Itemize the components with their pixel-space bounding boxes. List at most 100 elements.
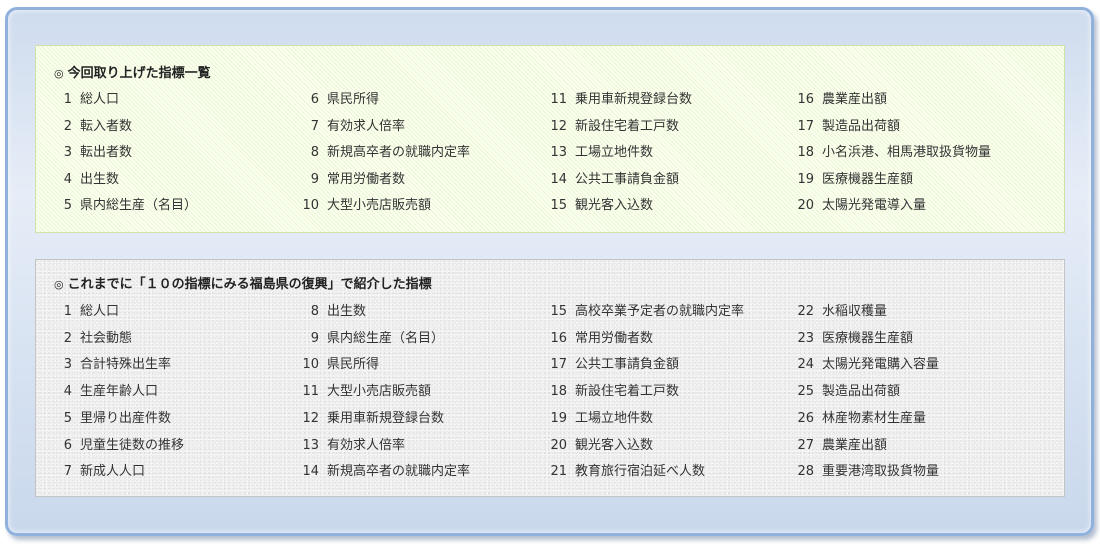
indicator-label: 太陽光発電購入容量: [822, 357, 940, 373]
indicator-item: 15 観光客入込数: [541, 194, 653, 213]
indicator-label: 小名浜港、相馬港取扱貨物量: [822, 145, 992, 160]
indicator-number: 16: [797, 92, 814, 107]
indicator-label: 重要港湾取扱貨物量: [822, 464, 940, 480]
indicator-number: 1: [63, 92, 72, 107]
indicator-number: 3: [63, 357, 72, 373]
indicator-number: 28: [797, 464, 814, 480]
indicator-label: 公共工事請負金額: [575, 357, 680, 373]
indicator-number: 22: [797, 304, 814, 319]
indicator-number: 4: [63, 171, 72, 187]
indicator-label: 総人口: [80, 304, 120, 319]
indicator-number: 17: [797, 118, 814, 134]
indicator-label: 乗用車新規登録台数: [327, 410, 445, 426]
current-indicators-panel: ◎ 今回取り上げた指標一覧 1 総人口 2 転入者数 3 転出者数 4 出生数 5 県内総生産（名目…: [35, 45, 1065, 233]
indicator-label: 大型小売店販売額: [327, 198, 432, 213]
bullet-mark-icon: ◎: [54, 67, 64, 80]
indicator-label: 生産年齢人口: [80, 384, 159, 400]
past-title-text: これまでに「１０の指標にみる福島県の復興」で紹介した指標: [67, 277, 432, 292]
indicator-item: 18 新設住宅着工戸数: [541, 380, 679, 399]
indicator-item: 8 出生数: [293, 300, 366, 319]
indicator-item: 1 総人口: [46, 300, 119, 319]
indicator-label: 工場立地件数: [575, 410, 654, 426]
indicator-number: 2: [63, 118, 72, 134]
indicator-number: 9: [310, 171, 319, 187]
indicator-label: 里帰り出産件数: [80, 410, 172, 426]
indicator-label: 製造品出荷額: [822, 384, 901, 400]
indicator-label: 教育旅行宿泊延べ人数: [575, 464, 706, 480]
indicator-label: 常用労働者数: [327, 171, 406, 187]
indicator-label: 水稲収穫量: [822, 304, 888, 319]
indicator-item: 13 工場立地件数: [541, 141, 653, 160]
indicator-item: 3 転出者数: [46, 141, 132, 160]
indicator-number: 17: [550, 357, 567, 373]
indicator-label: 観光客入込数: [575, 437, 654, 453]
indicator-number: 20: [550, 437, 567, 453]
indicator-number: 18: [550, 384, 567, 400]
indicator-number: 10: [302, 198, 319, 213]
indicator-number: 27: [797, 437, 814, 453]
indicator-label: 公共工事請負金額: [575, 171, 680, 187]
indicator-label: 転出者数: [80, 145, 133, 160]
indicator-item: 6 県民所得: [293, 88, 379, 107]
indicator-number: 4: [63, 384, 72, 400]
indicator-item: 10 大型小売店販売額: [293, 194, 431, 213]
indicator-label: 新規高卒者の就職内定率: [327, 145, 471, 160]
indicator-label: 総人口: [80, 92, 120, 107]
indicator-item: 9 常用労働者数: [293, 168, 405, 187]
indicator-number: 7: [310, 118, 319, 134]
indicator-item: 1 総人口: [46, 88, 119, 107]
outer-frame: ◎ 今回取り上げた指標一覧 1 総人口 2 転入者数 3 転出者数 4 出生数 5 県内総生産（名目…: [5, 7, 1094, 536]
indicator-item: 17 公共工事請負金額: [541, 353, 679, 372]
indicator-item: 6 児童生徒数の推移: [46, 434, 184, 453]
past-indicators-panel: ◎ これまでに「１０の指標にみる福島県の復興」で紹介した指標 1 総人口 2 社会動態 3…: [35, 259, 1065, 497]
indicator-label: 太陽光発電導入量: [822, 198, 927, 213]
indicator-number: 10: [302, 357, 319, 373]
indicator-item: 19 工場立地件数: [541, 407, 653, 426]
indicator-label: 農業産出額: [822, 92, 888, 107]
indicator-item: 5 里帰り出産件数: [46, 407, 171, 426]
indicator-number: 1: [63, 304, 72, 319]
indicator-label: 出生数: [327, 304, 367, 319]
indicator-item: 16 農業産出額: [788, 88, 887, 107]
indicator-item: 10 県民所得: [293, 353, 379, 372]
indicator-item: 2 転入者数: [46, 115, 132, 134]
indicator-number: 11: [550, 92, 567, 107]
indicator-number: 18: [797, 145, 814, 160]
indicator-label: 乗用車新規登録台数: [575, 92, 693, 107]
indicator-item: 12 乗用車新規登録台数: [293, 407, 444, 426]
indicator-item: 7 有効求人倍率: [293, 115, 405, 134]
indicator-label: 医療機器生産額: [822, 171, 914, 187]
indicator-number: 14: [550, 171, 567, 187]
indicator-item: 3 合計特殊出生率: [46, 353, 171, 372]
indicator-item: 26 林産物素材生産量: [788, 407, 926, 426]
indicator-label: 新成人人口: [80, 464, 146, 480]
indicator-item: 2 社会動態: [46, 327, 132, 346]
indicator-item: 9 県内総生産（名目）: [293, 327, 444, 346]
indicator-item: 7 新成人人口: [46, 460, 145, 479]
indicator-label: 製造品出荷額: [822, 118, 901, 134]
current-title-text: 今回取り上げた指標一覧: [67, 66, 211, 81]
indicator-number: 7: [63, 464, 72, 480]
indicator-number: 12: [550, 118, 567, 134]
indicator-label: 社会動態: [80, 330, 133, 346]
indicator-label: 新規高卒者の就職内定率: [327, 464, 471, 480]
indicator-number: 15: [550, 198, 567, 213]
indicator-item: 11 乗用車新規登録台数: [541, 88, 692, 107]
indicator-item: 17 製造品出荷額: [788, 115, 900, 134]
indicator-number: 21: [550, 464, 567, 480]
indicator-item: 27 農業産出額: [788, 434, 887, 453]
indicator-label: 農業産出額: [822, 437, 888, 453]
indicator-item: 20 観光客入込数: [541, 434, 653, 453]
indicator-item: 24 太陽光発電購入容量: [788, 353, 939, 372]
indicator-item: 8 新規高卒者の就職内定率: [293, 141, 470, 160]
indicator-number: 8: [310, 145, 319, 160]
indicator-label: 新設住宅着工戸数: [575, 384, 680, 400]
indicator-label: 合計特殊出生率: [80, 357, 172, 373]
indicator-item: 28 重要港湾取扱貨物量: [788, 460, 939, 479]
indicator-label: 有効求人倍率: [327, 118, 406, 134]
indicator-number: 9: [310, 330, 319, 346]
indicator-label: 林産物素材生産量: [822, 410, 927, 426]
indicator-label: 工場立地件数: [575, 145, 654, 160]
indicator-item: 14 新規高卒者の就職内定率: [293, 460, 470, 479]
indicator-item: 20 太陽光発電導入量: [788, 194, 926, 213]
